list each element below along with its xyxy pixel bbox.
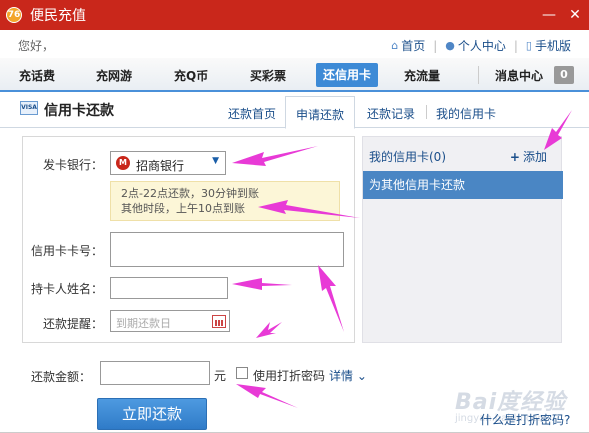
amount-input[interactable] [100, 361, 210, 385]
bank-label: 发卡银行： [42, 158, 103, 172]
arrow-to-checkbox [236, 384, 298, 408]
user-bar: 您好， ⌂ 首页 | ● 个人中心 | ▯ 手机版 [0, 30, 589, 58]
holder-name-label: 持卡人姓名： [30, 282, 103, 296]
close-button[interactable]: ✕ [566, 6, 584, 24]
message-count-badge: 0 [554, 66, 574, 84]
tab-my-cards[interactable]: 我的信用卡 [436, 105, 496, 122]
tab-repay-home[interactable]: 还款首页 [228, 105, 276, 122]
reminder-label: 还款提醒： [42, 317, 103, 331]
bank-select[interactable]: M 招商银行 ▼ [110, 151, 226, 175]
cmb-bank-logo-icon: M [116, 156, 130, 170]
amount-label: 还款金额： [30, 370, 91, 384]
minimize-button[interactable]: — [540, 6, 558, 24]
main-nav: 充话费 充网游 充Q币 买彩票 还信用卡 充流量 消息中心 0 [0, 58, 589, 92]
personal-center-link[interactable]: 个人中心 [458, 37, 506, 54]
home-link[interactable]: 首页 [401, 37, 425, 54]
arrival-time-tip: 2点-22点还款，30分钟到账 其他时段，上午10点到账 [110, 181, 340, 221]
nav-credit-card-repay[interactable]: 还信用卡 [316, 63, 379, 87]
app-logo-icon: 76 [6, 7, 22, 23]
bank-selected-value: 招商银行 [136, 159, 185, 173]
tab-divider [426, 105, 427, 119]
nav-message-center[interactable]: 消息中心 [495, 67, 543, 84]
card-number-input[interactable] [110, 232, 344, 267]
details-link[interactable]: 详情 ⌄ [329, 367, 367, 384]
top-links: ⌂ 首页 | ● 个人中心 | ▯ 手机版 [391, 37, 571, 54]
tip-line-1: 2点-22点还款，30分钟到账 [121, 187, 259, 200]
nav-qcoin-topup[interactable]: 充Q币 [174, 67, 208, 84]
divider: | [433, 38, 438, 53]
divider: | [513, 38, 518, 53]
nav-phone-topup[interactable]: 充话费 [19, 67, 55, 84]
add-card-label: 添加 [522, 150, 547, 164]
greeting-text: 您好， [18, 39, 55, 53]
section-header: VISA 信用卡还款 还款首页 申请还款 还款记录 我的信用卡 [0, 92, 589, 129]
pay-other-card-item[interactable]: 为其他信用卡还款 [363, 171, 563, 199]
tab-repay-records[interactable]: 还款记录 [367, 105, 415, 122]
nav-game-topup[interactable]: 充网游 [96, 67, 132, 84]
due-date-placeholder: 到期还款日 [116, 317, 171, 330]
window-title: 便民充值 [30, 8, 86, 24]
home-icon: ⌂ [391, 39, 399, 52]
tip-line-2: 其他时段，上午10点到账 [121, 202, 245, 215]
chevron-down-icon: ⌄ [356, 369, 367, 383]
plus-icon: + [509, 150, 520, 164]
nav-data-topup[interactable]: 充流量 [404, 67, 440, 84]
nav-divider [478, 66, 479, 84]
currency-unit: 元 [214, 369, 227, 383]
title-bar: 76 便民充值 — ✕ [0, 0, 589, 30]
nav-lottery[interactable]: 买彩票 [250, 67, 286, 84]
calendar-icon[interactable] [212, 315, 226, 328]
holder-name-input[interactable] [110, 277, 228, 299]
phone-icon: ▯ [525, 39, 532, 52]
discount-password-checkbox[interactable] [236, 367, 248, 379]
add-card-button[interactable]: + 添加 [510, 148, 547, 165]
card-number-label: 信用卡卡号： [30, 244, 103, 258]
page-title: 信用卡还款 [44, 103, 114, 119]
person-icon: ● [445, 39, 455, 52]
due-date-input[interactable]: 到期还款日 [110, 310, 230, 332]
credit-card-icon: VISA [20, 101, 38, 115]
chevron-down-icon: ▼ [212, 156, 219, 166]
my-cards-panel: 我的信用卡(0) + 添加 为其他信用卡还款 [362, 136, 563, 343]
discount-password-help-link[interactable]: 什么是打折密码? [480, 411, 570, 428]
mobile-version-link[interactable]: 手机版 [535, 37, 571, 54]
my-cards-count: 我的信用卡(0) [369, 150, 446, 164]
details-label: 详情 [329, 369, 354, 383]
tab-apply-repay[interactable]: 申请还款 [285, 96, 356, 129]
discount-password-label: 使用打折密码 [253, 369, 326, 383]
repay-now-button[interactable]: 立即还款 [97, 398, 207, 430]
